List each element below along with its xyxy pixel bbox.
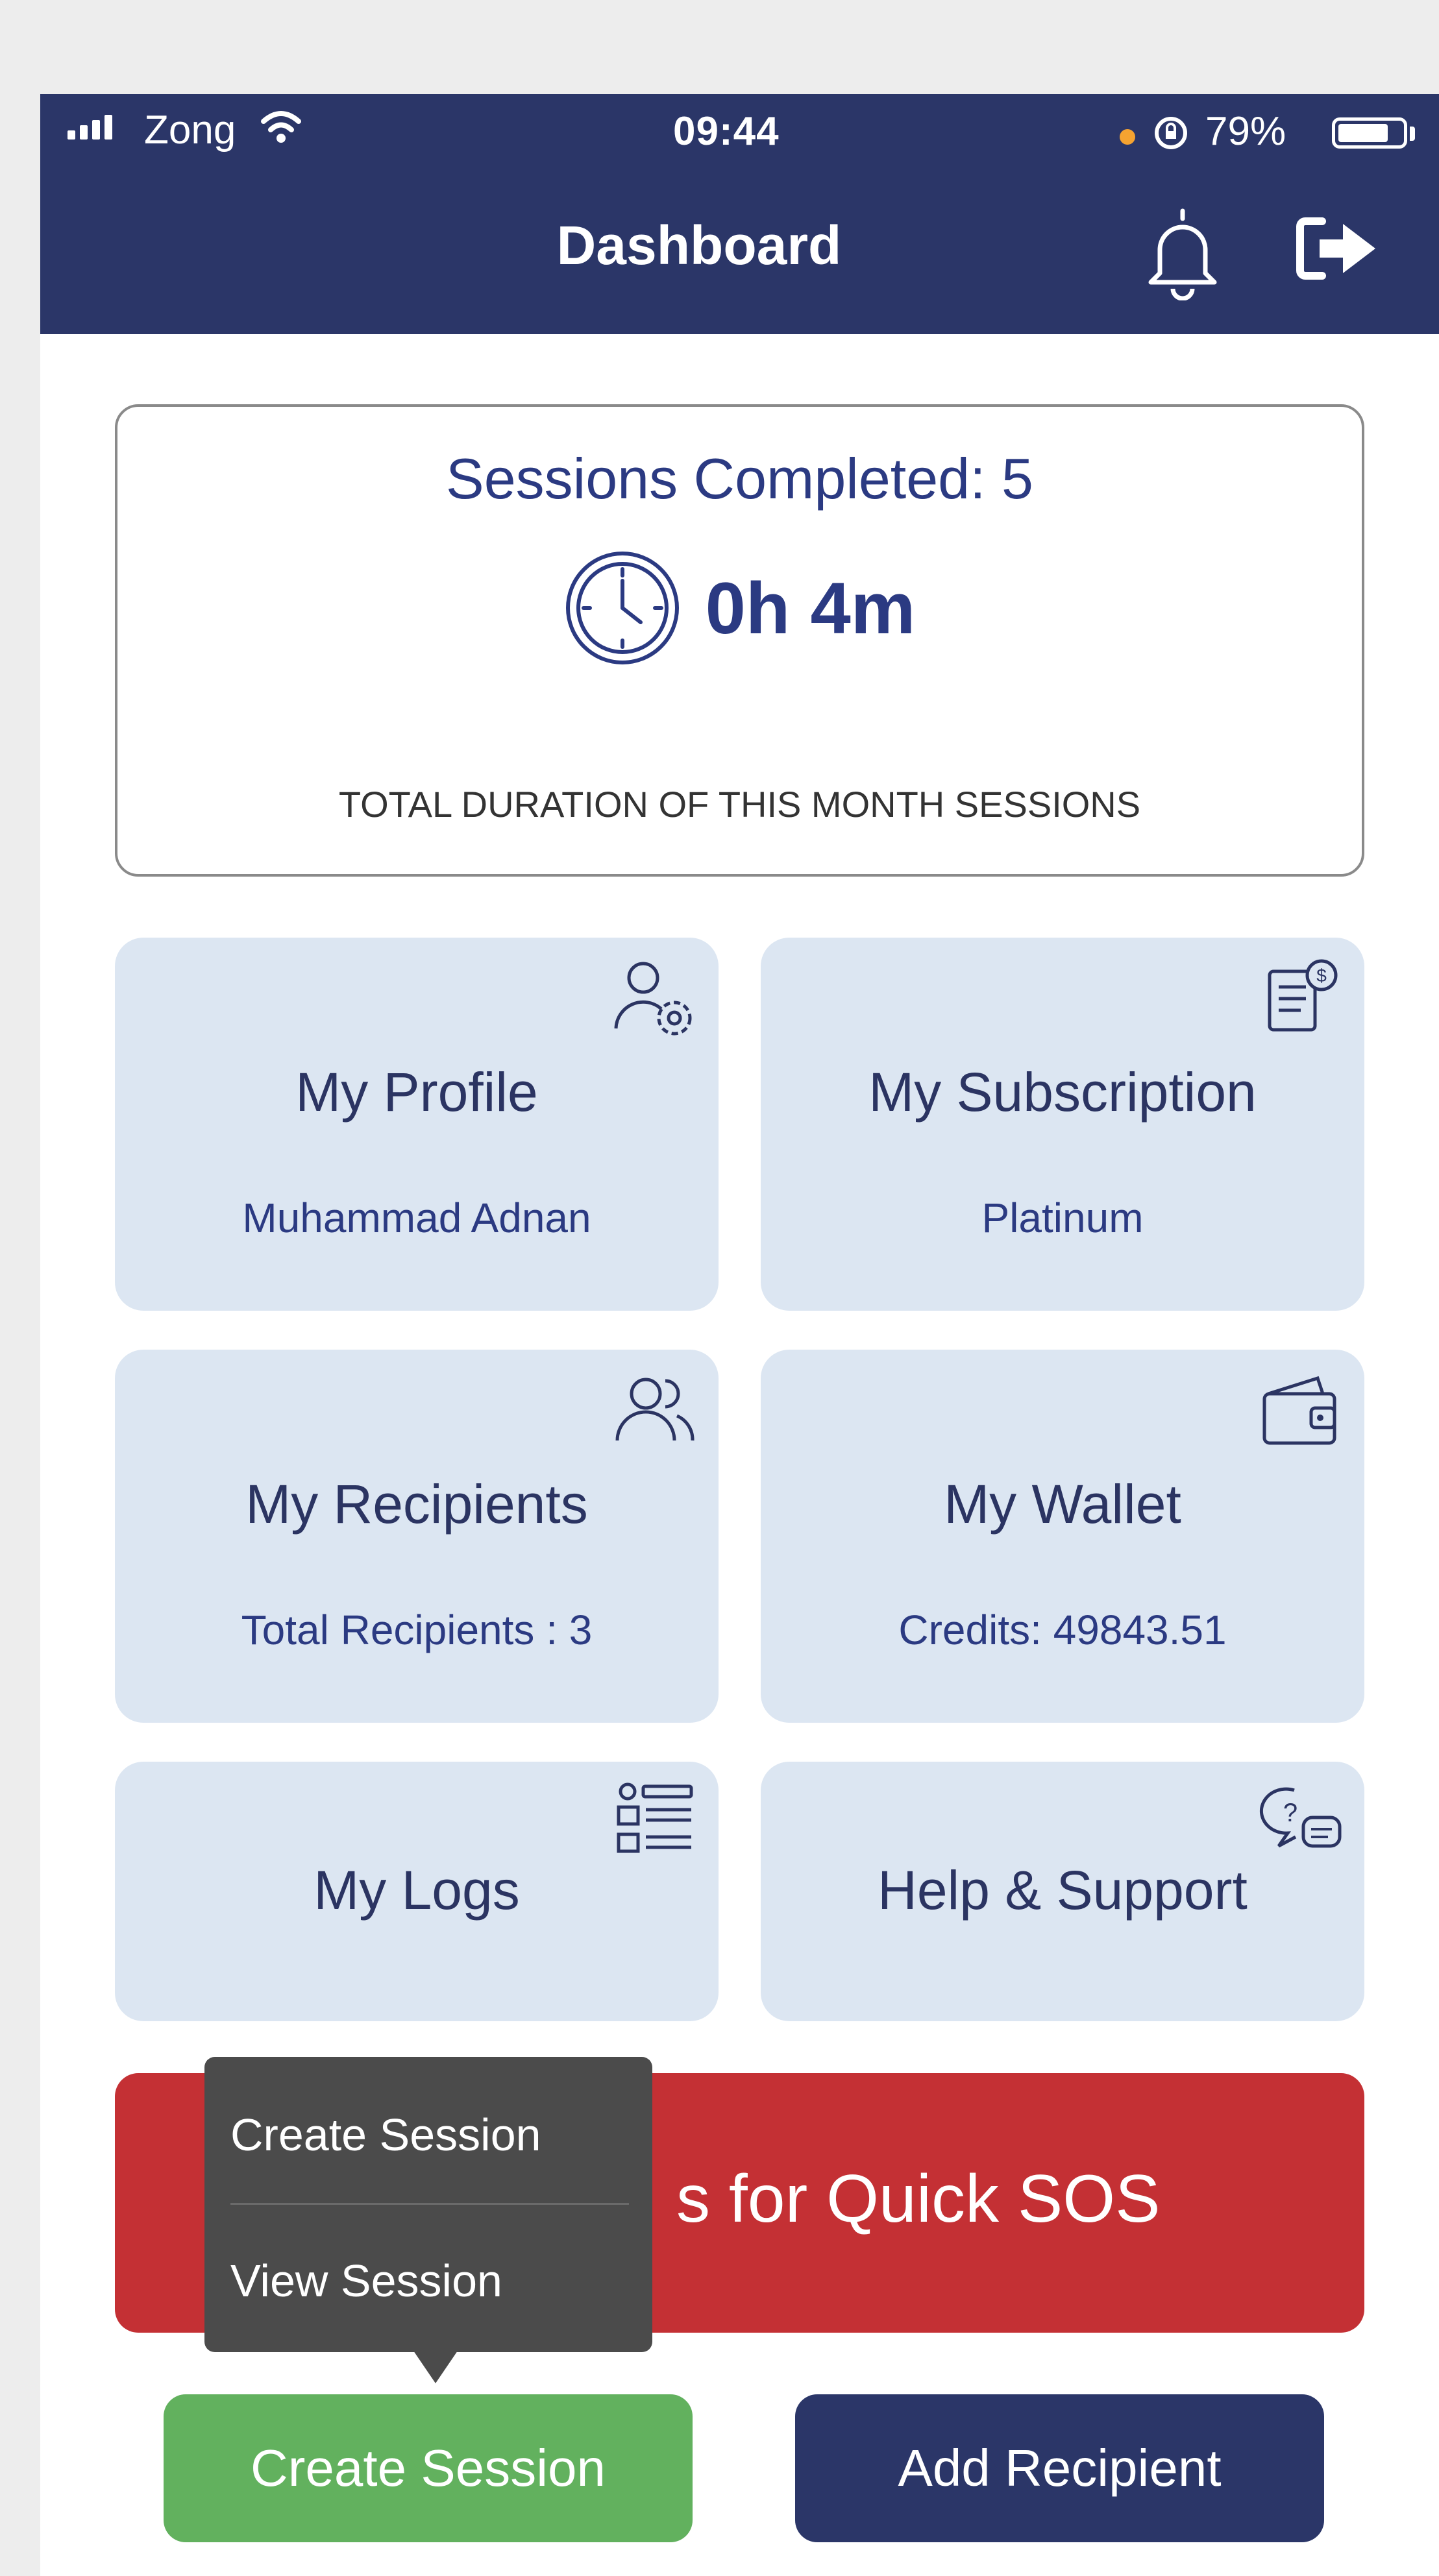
battery-percent: 79% [1205, 109, 1286, 154]
carrier-name: Zong [144, 108, 236, 152]
phone-screen: Zong 09:44 79% Dashboard Sessions Comple… [40, 94, 1439, 2576]
clock-icon [565, 552, 679, 664]
profile-settings-icon [614, 962, 692, 1036]
card-title: My Recipients [245, 1474, 588, 1535]
svg-text:$: $ [1316, 966, 1327, 986]
wallet-icon [1262, 1376, 1336, 1445]
card-title: Help & Support [878, 1860, 1248, 1921]
logout-icon[interactable] [1296, 216, 1381, 281]
my-logs-card[interactable]: My Logs [115, 1762, 719, 2021]
add-recipient-button[interactable]: Add Recipient [795, 2394, 1324, 2542]
list-icon [617, 1782, 693, 1853]
status-time: 09:44 [673, 109, 780, 154]
card-subtitle: Credits: 49843.51 [898, 1607, 1227, 1653]
privacy-indicator-dot [1120, 129, 1135, 145]
popup-divider [230, 2203, 629, 2205]
subscription-receipt-icon: $ [1268, 959, 1338, 1032]
my-wallet-card[interactable]: My Wallet Credits: 49843.51 [761, 1350, 1364, 1723]
battery-icon [1332, 117, 1407, 149]
help-chat-icon: ? [1259, 1787, 1342, 1848]
signal-icon [68, 115, 112, 140]
card-title: My Subscription [868, 1062, 1257, 1123]
bell-icon[interactable] [1140, 203, 1225, 300]
users-icon [615, 1378, 695, 1441]
popup-item-view-session[interactable]: View Session [230, 2255, 502, 2307]
my-recipients-card[interactable]: My Recipients Total Recipients : 3 [115, 1350, 719, 1723]
session-summary-card: Sessions Completed: 5 0h 4m TOTAL DURATI… [115, 404, 1364, 877]
duration-value: 0h 4m [705, 567, 916, 649]
help-support-card[interactable]: ? Help & Support [761, 1762, 1364, 2021]
popup-item-create-session[interactable]: Create Session [230, 2109, 541, 2161]
popup-pointer [413, 2351, 458, 2383]
card-subtitle: Total Recipients : 3 [241, 1607, 593, 1653]
card-title: My Profile [295, 1062, 538, 1123]
duration-caption: TOTAL DURATION OF THIS MONTH SESSIONS [338, 784, 1141, 825]
battery-tip [1410, 127, 1415, 141]
rotation-lock-icon [1155, 117, 1187, 149]
my-subscription-card[interactable]: $ My Subscription Platinum [761, 938, 1364, 1311]
my-profile-card[interactable]: My Profile Muhammad Adnan [115, 938, 719, 1311]
create-session-button[interactable]: Create Session [164, 2394, 693, 2542]
card-subtitle: Muhammad Adnan [242, 1195, 591, 1241]
card-subtitle: Platinum [981, 1195, 1144, 1241]
card-title: My Logs [314, 1860, 520, 1921]
session-popup-menu: Create Session View Session [204, 2057, 652, 2352]
status-bar: Zong 09:44 79% [40, 94, 1439, 159]
app-header: Zong 09:44 79% Dashboard [40, 94, 1439, 334]
sessions-completed-label: Sessions Completed: 5 [446, 446, 1033, 511]
card-title: My Wallet [944, 1474, 1181, 1535]
svg-text:?: ? [1283, 1799, 1298, 1827]
wifi-icon [261, 111, 301, 143]
duration-row: 0h 4m [117, 550, 1362, 666]
